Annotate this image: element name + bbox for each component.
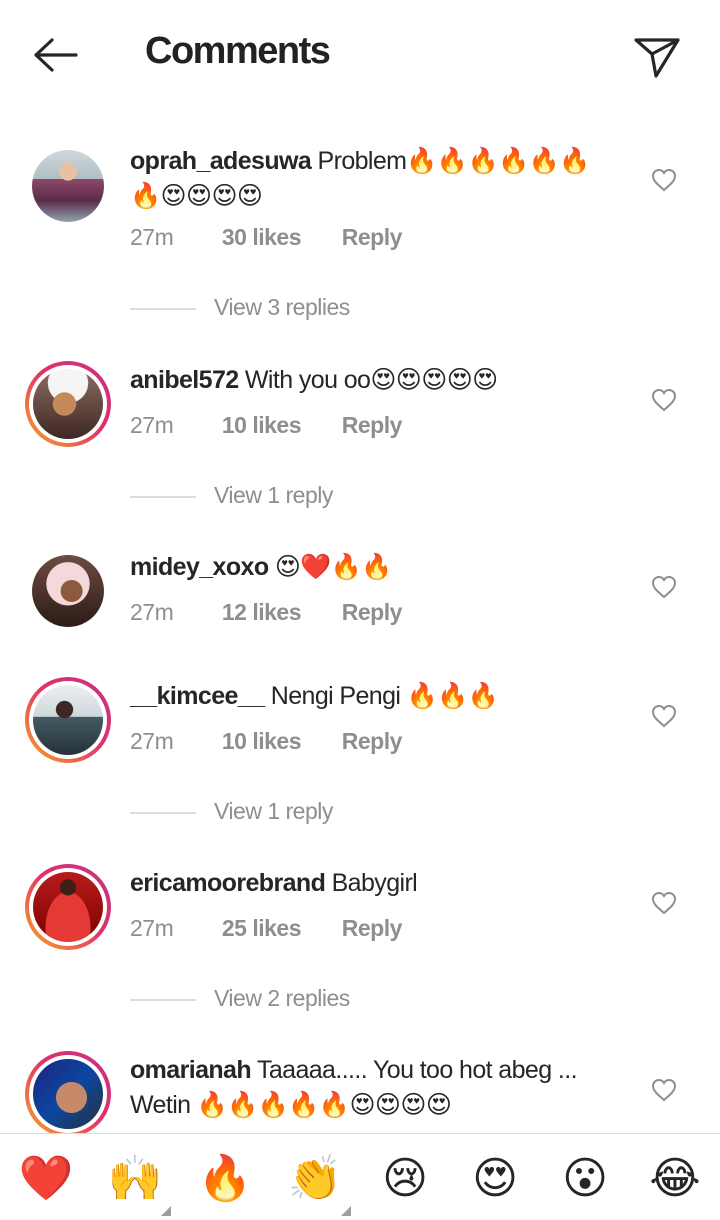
avatar[interactable] — [25, 864, 111, 950]
heart-icon[interactable] — [651, 891, 677, 915]
reply-button[interactable]: Reply — [342, 915, 403, 942]
avatar[interactable] — [25, 1051, 111, 1133]
comment-likes[interactable]: 10 likes — [222, 412, 336, 439]
reply-button[interactable]: Reply — [342, 599, 403, 626]
skin-tone-indicator — [161, 1206, 171, 1216]
comment-likes[interactable]: 25 likes — [222, 915, 336, 942]
comment-meta: 27m 10 likes Reply — [130, 728, 402, 755]
avatar-image — [32, 150, 104, 222]
reaction-clap[interactable]: 👏 — [287, 1154, 351, 1216]
replies-divider — [130, 811, 196, 814]
comment-username[interactable]: oprah_adesuwa — [130, 147, 312, 175]
heart-icon[interactable] — [651, 388, 677, 412]
reply-button[interactable]: Reply — [342, 224, 403, 251]
reaction-surprised[interactable]: 😮 — [557, 1154, 613, 1204]
replies-divider — [130, 998, 196, 1001]
comment-time: 27m — [130, 224, 174, 250]
view-replies-button[interactable]: View 1 reply — [130, 798, 333, 825]
reply-button[interactable]: Reply — [342, 412, 403, 439]
heart-icon[interactable] — [651, 704, 677, 728]
heart-icon[interactable] — [651, 575, 677, 599]
comment-likes[interactable]: 10 likes — [222, 728, 336, 755]
reaction-raised-hands[interactable]: 🙌 — [107, 1154, 171, 1216]
avatar[interactable] — [25, 361, 111, 447]
view-replies-button[interactable]: View 1 reply — [130, 482, 333, 509]
avatar[interactable] — [25, 677, 111, 763]
reply-button[interactable]: Reply — [342, 728, 403, 755]
avatar-image — [32, 555, 104, 627]
comment-meta: 27m 25 likes Reply — [130, 915, 402, 942]
comments-list[interactable]: oprah_adesuwa Problem🔥🔥🔥🔥🔥🔥🔥😍😍😍😍 27m 30 … — [0, 110, 720, 1133]
comment-text: oprah_adesuwa Problem🔥🔥🔥🔥🔥🔥🔥😍😍😍😍 — [130, 144, 610, 214]
comment-username[interactable]: ericamoorebrand — [130, 869, 326, 897]
paper-plane-icon — [634, 38, 680, 78]
heart-icon[interactable] — [651, 1078, 677, 1102]
comment-body: Babygirl — [331, 869, 418, 897]
view-replies-button[interactable]: View 3 replies — [130, 294, 350, 321]
comment-meta: 27m 30 likes Reply — [130, 224, 402, 251]
avatar-image — [33, 872, 103, 942]
comment-time: 27m — [130, 728, 174, 754]
comment-body: With you oo😍😍😍😍😍 — [244, 366, 498, 394]
comment-time: 27m — [130, 412, 174, 438]
avatar[interactable] — [25, 143, 111, 229]
comment-meta: 27m 10 likes Reply — [130, 412, 402, 439]
reaction-heart-eyes[interactable]: 😍 — [467, 1154, 523, 1204]
reaction-laughing[interactable]: 😂 — [647, 1154, 703, 1204]
comment-time: 27m — [130, 599, 174, 625]
comment-body: 😍❤️🔥🔥 — [274, 553, 393, 581]
reaction-crying[interactable]: 😢 — [377, 1154, 433, 1204]
comment-text: omarianah Taaaaa..... You too hot abeg .… — [130, 1053, 610, 1123]
avatar-image — [33, 1059, 103, 1129]
reaction-heart[interactable]: ❤️ — [18, 1154, 74, 1204]
avatar-image — [33, 685, 103, 755]
page-title: Comments — [145, 30, 331, 72]
replies-divider — [130, 495, 196, 498]
comment-text: ericamoorebrand Babygirl — [130, 866, 610, 901]
share-button[interactable] — [628, 28, 684, 84]
comment-time: 27m — [130, 915, 174, 941]
comment-username[interactable]: __kimcee__ — [130, 682, 265, 710]
avatar[interactable] — [25, 548, 111, 634]
view-replies-button[interactable]: View 2 replies — [130, 985, 350, 1012]
comment-likes[interactable]: 30 likes — [222, 224, 336, 251]
comment-body: Nengi Pengi 🔥🔥🔥 — [270, 682, 499, 710]
replies-divider — [130, 307, 196, 310]
comment-text: midey_xoxo 😍❤️🔥🔥 — [130, 550, 610, 585]
comment-username[interactable]: midey_xoxo — [130, 553, 269, 581]
comment-text: anibel572 With you oo😍😍😍😍😍 — [130, 363, 610, 398]
comment-likes[interactable]: 12 likes — [222, 599, 336, 626]
comment-meta: 27m 12 likes Reply — [130, 599, 402, 626]
comment-text: __kimcee__ Nengi Pengi 🔥🔥🔥 — [130, 679, 610, 714]
reaction-fire[interactable]: 🔥 — [197, 1154, 253, 1204]
heart-icon[interactable] — [651, 168, 677, 192]
arrow-left-icon — [34, 38, 78, 72]
header: Comments — [0, 0, 720, 110]
skin-tone-indicator — [341, 1206, 351, 1216]
back-button[interactable] — [28, 30, 84, 80]
quick-reactions-bar: ❤️ 🙌 🔥 👏 😢 😍 😮 😂 — [0, 1133, 720, 1220]
comment-username[interactable]: anibel572 — [130, 366, 239, 394]
avatar-image — [33, 369, 103, 439]
comment-username[interactable]: omarianah — [130, 1056, 252, 1084]
